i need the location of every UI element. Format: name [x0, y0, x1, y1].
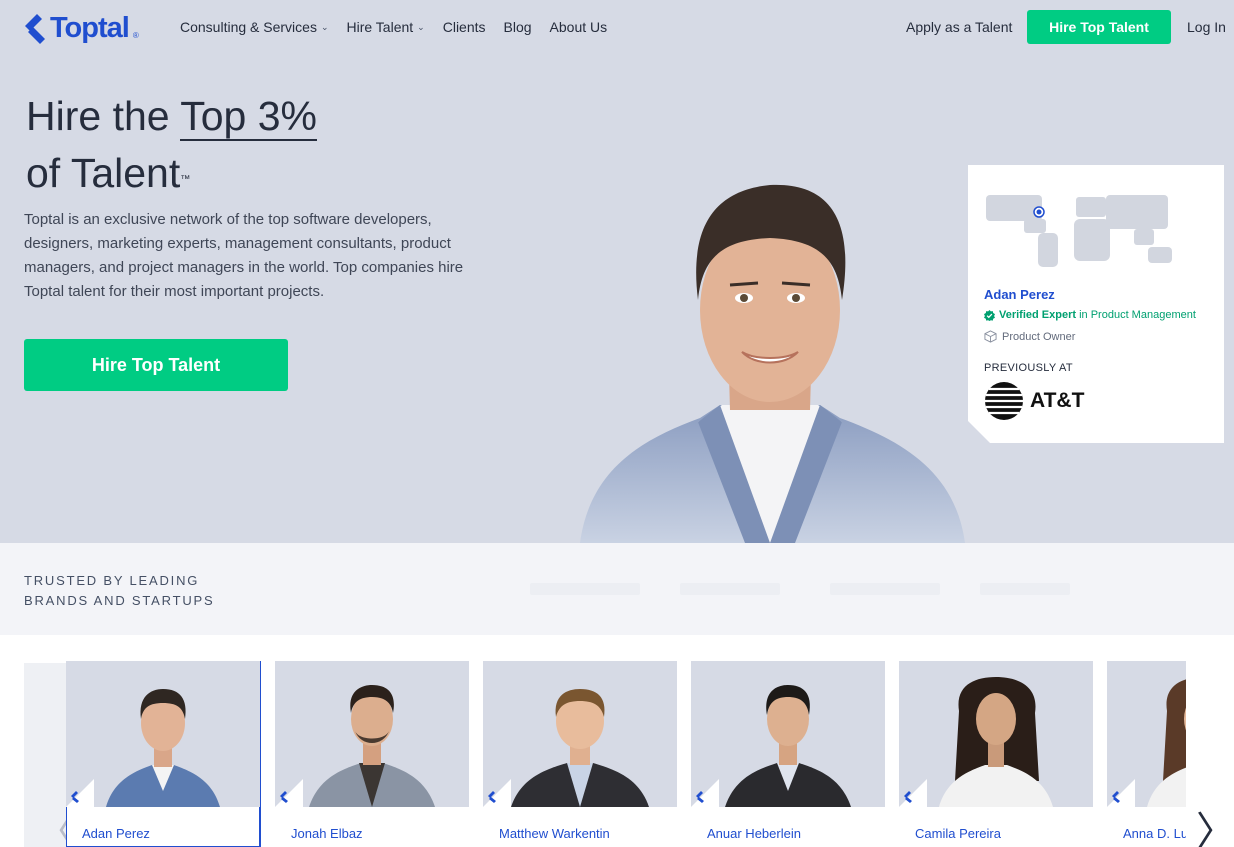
brand-logo-faded — [830, 583, 940, 595]
brand-name: Toptal — [50, 12, 130, 44]
chevron-down-icon: ⌄ — [417, 21, 425, 32]
nav-label: About Us — [549, 19, 608, 35]
att-globe-icon — [985, 382, 1023, 420]
talent-name: Jonah Elbaz — [291, 826, 363, 841]
nav-consulting[interactable]: Consulting & Services ⌄ — [180, 19, 329, 35]
talent-card[interactable]: Anuar Heberlein — [691, 661, 885, 847]
talent-carousel: 〈 Adan Perez Jonah Elbaz Matthew Warkent… — [0, 635, 1234, 847]
hero-section: Hire the Top 3% of Talent™ Toptal is an … — [0, 56, 1234, 543]
brand-logo-faded — [530, 583, 640, 595]
toptal-logo-icon — [1112, 791, 1120, 803]
carousel-next-arrow-icon[interactable]: 〉 — [1196, 799, 1234, 847]
expert-card: Adan Perez Verified Expert in Product Ma… — [968, 165, 1224, 443]
carousel-track: Adan Perez Jonah Elbaz Matthew Warkentin… — [66, 661, 1186, 847]
talent-photo — [691, 661, 885, 807]
hero-title: Hire the Top 3% of Talent™ — [26, 88, 317, 202]
site-header: Toptal ® Consulting & Services ⌄ Hire Ta… — [0, 0, 1234, 56]
verified-field: in Product Management — [1076, 309, 1196, 321]
card-fold-corner — [968, 421, 990, 443]
company-name: AT&T — [1030, 389, 1085, 412]
talent-name: Matthew Warkentin — [499, 826, 610, 841]
cube-icon — [984, 330, 997, 343]
nav-label: Consulting & Services — [180, 19, 317, 35]
nav-about-us[interactable]: About Us — [550, 19, 608, 35]
trademark-mark: ™ — [180, 174, 191, 185]
talent-card[interactable]: Camila Pereira — [899, 661, 1093, 847]
nav-label: Hire Talent — [346, 19, 414, 35]
hero-description: Toptal is an exclusive network of the to… — [24, 211, 464, 300]
world-map-icon — [986, 195, 1172, 267]
trusted-line-2: BRANDS AND STARTUPS — [24, 593, 215, 608]
talent-photo — [483, 661, 677, 807]
hero-title-line2: of Talent — [26, 150, 181, 196]
toptal-logo-icon — [904, 791, 912, 803]
nav-hire-talent[interactable]: Hire Talent ⌄ — [347, 19, 425, 35]
nav-label: Clients — [442, 19, 486, 35]
expert-name[interactable]: Adan Perez — [984, 287, 1055, 302]
previous-company: AT&T — [984, 381, 1084, 421]
brand-logo-faded — [680, 583, 780, 595]
talent-name: Anna D. Lu — [1123, 826, 1186, 841]
trusted-line-1: TRUSTED BY LEADING — [24, 573, 200, 588]
expert-role-label: Product Owner — [1002, 330, 1076, 343]
hero-hire-button[interactable]: Hire Top Talent — [24, 339, 288, 391]
hire-top-talent-button[interactable]: Hire Top Talent — [1027, 10, 1171, 44]
talent-photo — [275, 661, 469, 807]
hero-title-prefix: Hire the — [26, 93, 181, 139]
toptal-logo-icon — [280, 791, 288, 803]
hero-title-highlight: Top 3% — [180, 93, 317, 141]
talent-card[interactable]: Matthew Warkentin — [483, 661, 677, 847]
talent-name: Adan Perez — [82, 826, 150, 841]
verified-badge: Verified Expert in Product Management — [984, 309, 1196, 321]
toptal-logo-icon — [71, 791, 79, 803]
expert-portrait — [580, 184, 965, 543]
verified-check-icon — [984, 309, 995, 321]
toptal-logo-icon — [696, 791, 704, 803]
trusted-section: TRUSTED BY LEADING BRANDS AND STARTUPS — [0, 543, 1234, 635]
main-nav: Consulting & Services ⌄ Hire Talent ⌄ Cl… — [180, 19, 607, 35]
talent-card[interactable]: Adan Perez — [66, 661, 261, 847]
talent-card[interactable]: Anna D. Lu — [1107, 661, 1186, 847]
apply-as-talent-link[interactable]: Apply as a Talent — [906, 19, 1012, 35]
talent-name: Anuar Heberlein — [707, 826, 801, 841]
nav-label: Blog — [503, 19, 532, 35]
talent-photo — [66, 661, 260, 807]
talent-name: Camila Pereira — [915, 826, 1001, 841]
previously-at-label: PREVIOUSLY AT — [984, 362, 1073, 374]
chevron-down-icon: ⌄ — [320, 21, 329, 32]
verified-label: Verified Expert — [999, 309, 1077, 321]
nav-blog[interactable]: Blog — [504, 19, 532, 35]
expert-role: Product Owner — [984, 330, 1075, 343]
brand-logo-faded — [980, 583, 1070, 595]
toptal-logo-icon — [488, 791, 496, 803]
nav-clients[interactable]: Clients — [443, 19, 486, 35]
talent-card[interactable]: Jonah Elbaz — [275, 661, 469, 847]
trusted-label: TRUSTED BY LEADING BRANDS AND STARTUPS — [24, 571, 214, 611]
registered-mark: ® — [132, 31, 139, 40]
login-link[interactable]: Log In — [1187, 19, 1226, 35]
talent-photo — [899, 661, 1093, 807]
toptal-logo-icon — [25, 13, 45, 44]
toptal-logo[interactable]: Toptal ® — [24, 12, 139, 45]
